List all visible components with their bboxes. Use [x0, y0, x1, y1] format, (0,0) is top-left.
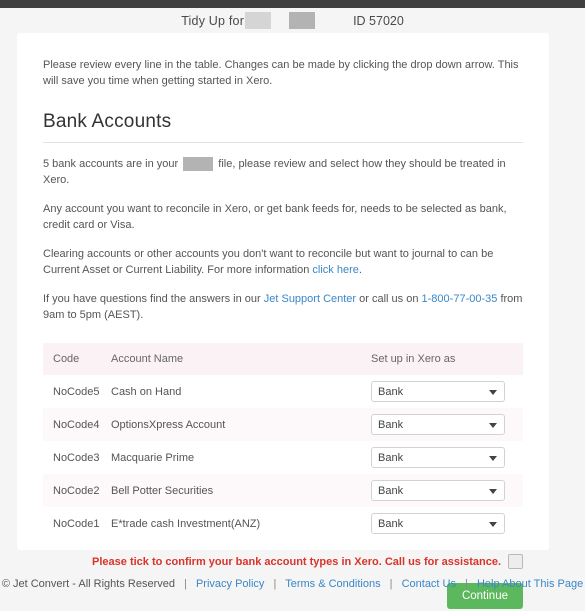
support-paragraph: If you have questions find the answers i… — [43, 291, 523, 323]
footer-link-terms-conditions[interactable]: Terms & Conditions — [285, 578, 380, 590]
column-header-setup-in-xero: Set up in Xero as — [371, 343, 523, 375]
footer-link-contact-us[interactable]: Contact Us — [402, 578, 456, 590]
footer-link-privacy-policy[interactable]: Privacy Policy — [196, 578, 264, 590]
support-text-mid: or call us on — [359, 293, 419, 305]
table-header-row: Code Account Name Set up in Xero as — [43, 343, 523, 375]
chevron-down-icon — [489, 389, 497, 395]
clearing-accounts-paragraph: Clearing accounts or other accounts you … — [43, 246, 523, 278]
click-here-link[interactable]: click here — [312, 264, 358, 276]
window-topbar — [0, 0, 585, 8]
footer-separator: | — [184, 578, 187, 590]
account-type-value: Bank — [378, 451, 404, 464]
accounts-count-paragraph: 5 bank accounts are in your file, please… — [43, 156, 523, 188]
app-title: Tidy Up for — [181, 13, 245, 28]
table-row: NoCode2 Bell Potter Securities Bank — [43, 474, 523, 507]
reconcile-info-paragraph: Any account you want to reconcile in Xer… — [43, 203, 507, 231]
cell-setup: Bank — [371, 408, 523, 441]
table-row: NoCode1 E*trade cash Investment(ANZ) Ban… — [43, 507, 523, 540]
intro-paragraph: Please review every line in the table. C… — [43, 59, 519, 87]
job-id-label: ID 57020 — [353, 13, 404, 28]
column-header-code: Code — [43, 343, 101, 375]
account-type-select[interactable]: Bank — [371, 513, 505, 534]
footer-separator: | — [273, 578, 277, 590]
confirm-warning-text: Please tick to confirm your bank account… — [92, 555, 501, 568]
accounts-count-text-before: 5 bank accounts are in your — [43, 158, 179, 170]
cell-code: NoCode1 — [53, 517, 100, 530]
clearing-text-before: Clearing accounts or other accounts you … — [43, 248, 494, 276]
page-title: Bank Accounts — [43, 111, 523, 143]
account-type-select[interactable]: Bank — [371, 480, 505, 501]
cell-setup: Bank — [371, 441, 523, 474]
cell-account-name: E*trade cash Investment(ANZ) — [111, 517, 261, 530]
table-row: NoCode4 OptionsXpress Account Bank — [43, 408, 523, 441]
cell-code: NoCode5 — [53, 385, 100, 398]
account-type-value: Bank — [378, 385, 404, 398]
confirm-row: Please tick to confirm your bank account… — [43, 554, 523, 569]
bank-accounts-table: Code Account Name Set up in Xero as NoCo… — [43, 343, 523, 540]
footer: © Jet Convert - All Rights Reserved | Pr… — [0, 578, 585, 590]
chevron-down-icon — [489, 455, 497, 461]
jet-support-center-link[interactable]: Jet Support Center — [264, 293, 356, 305]
cell-code: NoCode3 — [53, 451, 100, 464]
footer-separator: | — [465, 578, 468, 590]
chevron-down-icon — [489, 422, 497, 428]
redacted-file-name — [183, 157, 214, 172]
redacted-company-extra — [289, 12, 316, 29]
account-type-value: Bank — [378, 484, 404, 497]
account-type-value: Bank — [378, 517, 404, 530]
account-type-select[interactable]: Bank — [371, 414, 505, 435]
support-phone-link[interactable]: 1-800-77-00-35 — [422, 293, 498, 305]
footer-separator: | — [389, 578, 393, 590]
cell-account-name: Bell Potter Securities — [101, 474, 371, 507]
account-type-select[interactable]: Bank — [371, 381, 505, 402]
cell-code: NoCode4 — [43, 408, 101, 441]
chevron-down-icon — [489, 521, 497, 527]
clearing-text-after: . — [358, 264, 362, 276]
account-type-select[interactable]: Bank — [371, 447, 505, 468]
footer-link-help-about-this-page[interactable]: Help About This Page — [477, 578, 583, 590]
footer-copyright: © Jet Convert - All Rights Reserved — [1, 578, 175, 590]
table-body: NoCode5 Cash on Hand Bank NoCode4 Option… — [43, 375, 523, 540]
cell-account-name: Cash on Hand — [111, 385, 182, 398]
cell-setup: Bank — [371, 375, 523, 408]
main-card: Please review every line in the table. C… — [17, 33, 549, 609]
redacted-company-name — [245, 12, 272, 29]
cell-account-name: Macquarie Prime — [111, 451, 195, 464]
table-row: NoCode3 Macquarie Prime Bank — [43, 441, 523, 474]
app-header: Tidy Up for ID 57020 — [0, 8, 585, 33]
support-text-before: If you have questions find the answers i… — [43, 293, 261, 305]
cell-code: NoCode2 — [43, 474, 101, 507]
chevron-down-icon — [489, 488, 497, 494]
account-type-value: Bank — [378, 418, 404, 431]
cell-setup: Bank — [371, 474, 523, 507]
confirm-checkbox[interactable] — [508, 554, 523, 569]
cell-account-name: OptionsXpress Account — [101, 408, 371, 441]
table-row: NoCode5 Cash on Hand Bank — [43, 375, 523, 408]
column-header-account-name: Account Name — [101, 343, 371, 375]
cell-setup: Bank — [371, 507, 523, 540]
